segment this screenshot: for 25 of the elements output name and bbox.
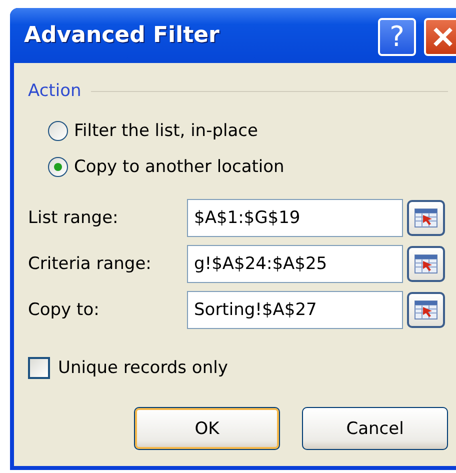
input-field[interactable]: g!$A$24:$A$25 [187,245,403,283]
field-label: Copy to: [28,300,100,320]
checkbox[interactable] [28,357,50,379]
range-select-button[interactable] [407,292,445,328]
close-icon [432,26,454,48]
radio-button[interactable] [48,157,68,177]
range-select-icon [414,208,438,228]
cancel-button[interactable]: Cancel [302,407,448,450]
range-select-button[interactable] [407,200,445,236]
close-button[interactable] [424,18,456,56]
radio-label: Copy to another location [74,157,284,177]
range-select-button[interactable] [407,246,445,282]
input-field[interactable]: Sorting!$A$27 [187,291,403,329]
field-label: Criteria range: [28,254,152,274]
input-field[interactable]: $A$1:$G$19 [187,199,403,237]
range-select-icon [414,300,438,320]
checkbox-label: Unique records only [58,358,228,378]
ok-button[interactable]: OK [134,407,280,450]
range-select-icon [414,254,438,274]
group-title: Action [28,81,82,101]
field-label: List range: [28,208,120,228]
radio-button[interactable] [48,121,68,141]
help-button[interactable]: ? [378,18,416,56]
radio-label: Filter the list, in-place [74,121,258,141]
window-title: Advanced Filter [24,23,220,48]
